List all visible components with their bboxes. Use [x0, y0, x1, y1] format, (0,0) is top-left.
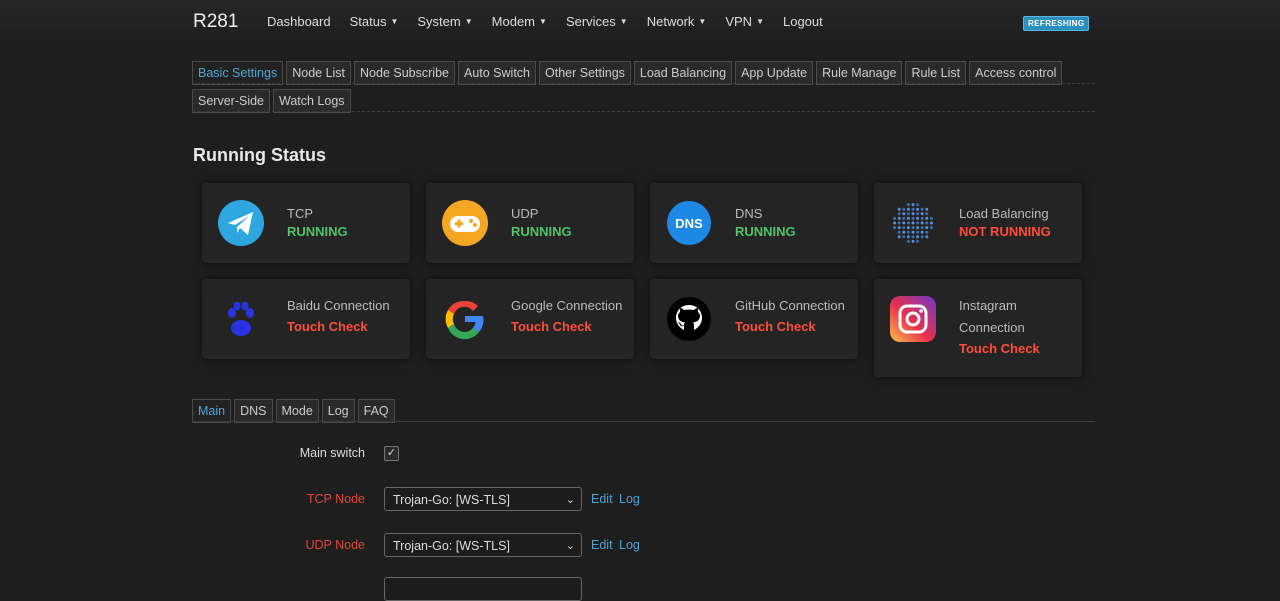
udp-node-edit-link[interactable]: Edit: [591, 538, 613, 552]
top-navbar: R281 Dashboard Status ▼ System ▼ Modem ▼ Se…: [0, 0, 1280, 44]
tab-mode[interactable]: Mode: [275, 399, 319, 423]
tcp-node-log-link[interactable]: Log: [619, 492, 640, 506]
nav-status[interactable]: Status ▼: [350, 14, 399, 29]
tab-basic-settings[interactable]: Basic Settings: [192, 61, 284, 85]
card-label: Google Connection: [511, 298, 623, 313]
nav-logout[interactable]: Logout: [783, 14, 823, 29]
main-settings-tabs: Main DNS Mode Log FAQ: [192, 399, 398, 423]
card-status: Touch Check: [735, 319, 816, 334]
paw-icon: [228, 301, 254, 336]
status-card-github[interactable]: GitHub Connection Touch Check: [650, 279, 858, 359]
card-status: Touch Check: [511, 319, 592, 334]
tab-node-list[interactable]: Node List: [286, 61, 352, 85]
nav-modem[interactable]: Modem ▼: [492, 14, 547, 29]
udp-node-select[interactable]: Trojan-Go: [WS-TLS] ⌄: [384, 533, 582, 557]
refreshing-badge[interactable]: REFRESHING: [1023, 16, 1090, 31]
tcp-node-select[interactable]: Trojan-Go: [WS-TLS] ⌄: [384, 487, 582, 511]
card-label: TCP: [287, 206, 313, 221]
card-label: UDP: [511, 206, 539, 221]
tcp-node-value: Trojan-Go: [WS-TLS]: [393, 493, 510, 507]
tab-rule-manage[interactable]: Rule Manage: [816, 61, 903, 85]
status-card-baidu[interactable]: Baidu Connection Touch Check: [202, 279, 410, 359]
next-select-partial[interactable]: [384, 577, 582, 601]
card-label: Load Balancing: [959, 206, 1049, 221]
nav-services[interactable]: Services ▼: [566, 14, 628, 29]
nav-vpn[interactable]: VPN ▼: [725, 14, 764, 29]
nav-label: Status: [349, 14, 387, 29]
tab-dns[interactable]: DNS: [234, 399, 273, 423]
nav-label: VPN: [725, 14, 753, 29]
dns-icon-text: DNS: [675, 216, 703, 231]
tab-access-control[interactable]: Access control: [969, 61, 1063, 85]
github-icon: [667, 297, 711, 341]
dns-icon: DNS: [667, 201, 711, 245]
nav-dashboard[interactable]: Dashboard: [267, 14, 331, 29]
tab-node-subscribe[interactable]: Node Subscribe: [354, 61, 455, 85]
tab-divider: [192, 421, 1095, 422]
nav-system[interactable]: System ▼: [417, 14, 472, 29]
status-card-tcp[interactable]: TCP RUNNING: [202, 183, 410, 263]
caret-down-icon: ▼: [390, 17, 399, 26]
google-icon: [445, 300, 484, 340]
telegram-icon: [218, 200, 264, 246]
tab-other-settings[interactable]: Other Settings: [539, 61, 631, 85]
status-card-load-balancing[interactable]: Load Balancing NOT RUNNING: [874, 183, 1082, 263]
nav-network[interactable]: Network ▼: [647, 14, 707, 29]
config-tabs-row-2: Server-Side Watch Logs: [192, 89, 354, 113]
nav-label: Logout: [782, 14, 823, 29]
card-status: RUNNING: [287, 224, 348, 239]
section-title: Running Status: [193, 145, 326, 165]
udp-node-log-link[interactable]: Log: [619, 538, 640, 552]
status-card-dns[interactable]: DNS DNS RUNNING: [650, 183, 858, 263]
card-label: GitHub Connection: [735, 298, 845, 313]
card-label: Instagram Connection: [959, 298, 1025, 335]
caret-down-icon: ▼: [619, 17, 628, 26]
checkmark-icon: ✓: [386, 447, 397, 459]
tab-auto-switch[interactable]: Auto Switch: [457, 61, 536, 85]
status-card-udp[interactable]: UDP RUNNING: [426, 183, 634, 263]
instagram-icon: [890, 296, 936, 342]
card-status: NOT RUNNING: [959, 224, 1051, 239]
tab-rule-list[interactable]: Rule List: [905, 61, 967, 85]
main-nav: Dashboard Status ▼ System ▼ Modem ▼ Service…: [267, 14, 842, 29]
tab-divider: [192, 111, 1095, 112]
card-status: Touch Check: [287, 319, 368, 334]
status-card-google[interactable]: Google Connection Touch Check: [426, 279, 634, 359]
caret-down-icon: ▼: [756, 17, 764, 26]
chevron-down-icon: ⌄: [565, 540, 575, 552]
config-tabs-row-1: Basic Settings Node List Node Subscribe …: [192, 61, 1065, 85]
tab-app-update[interactable]: App Update: [735, 61, 814, 85]
nav-label: Services: [565, 14, 616, 29]
card-status: Touch Check: [959, 341, 1040, 356]
chevron-down-icon: ⌄: [565, 494, 575, 506]
tab-main[interactable]: Main: [192, 399, 232, 423]
tab-server-side[interactable]: Server-Side: [192, 89, 270, 113]
nav-label: Network: [646, 14, 695, 29]
caret-down-icon: ▼: [539, 17, 547, 26]
udp-node-label: UDP Node: [305, 538, 365, 552]
brand-title[interactable]: R281: [193, 11, 238, 33]
caret-down-icon: ▼: [464, 17, 473, 26]
card-status: RUNNING: [511, 224, 572, 239]
nav-label: Dashboard: [267, 14, 331, 29]
card-label: Baidu Connection: [287, 298, 390, 313]
main-switch-checkbox[interactable]: ✓: [384, 446, 399, 461]
caret-down-icon: ▼: [698, 17, 707, 26]
status-card-instagram[interactable]: Instagram Connection Touch Check: [874, 279, 1082, 377]
tab-load-balancing[interactable]: Load Balancing: [633, 61, 733, 85]
tcp-node-edit-link[interactable]: Edit: [591, 492, 613, 506]
tab-divider: [192, 83, 1095, 84]
dot-globe-icon: [893, 203, 933, 243]
main-switch-label: Main switch: [299, 446, 365, 460]
udp-node-value: Trojan-Go: [WS-TLS]: [393, 539, 510, 553]
gamepad-icon: [442, 200, 488, 246]
nav-label: System: [417, 14, 461, 29]
tcp-node-label: TCP Node: [306, 492, 365, 506]
card-label: DNS: [735, 206, 763, 221]
tab-faq[interactable]: FAQ: [357, 399, 395, 423]
nav-label: Modem: [491, 14, 536, 29]
tab-log[interactable]: Log: [321, 399, 355, 423]
tab-watch-logs[interactable]: Watch Logs: [273, 89, 351, 113]
card-status: RUNNING: [735, 224, 796, 239]
